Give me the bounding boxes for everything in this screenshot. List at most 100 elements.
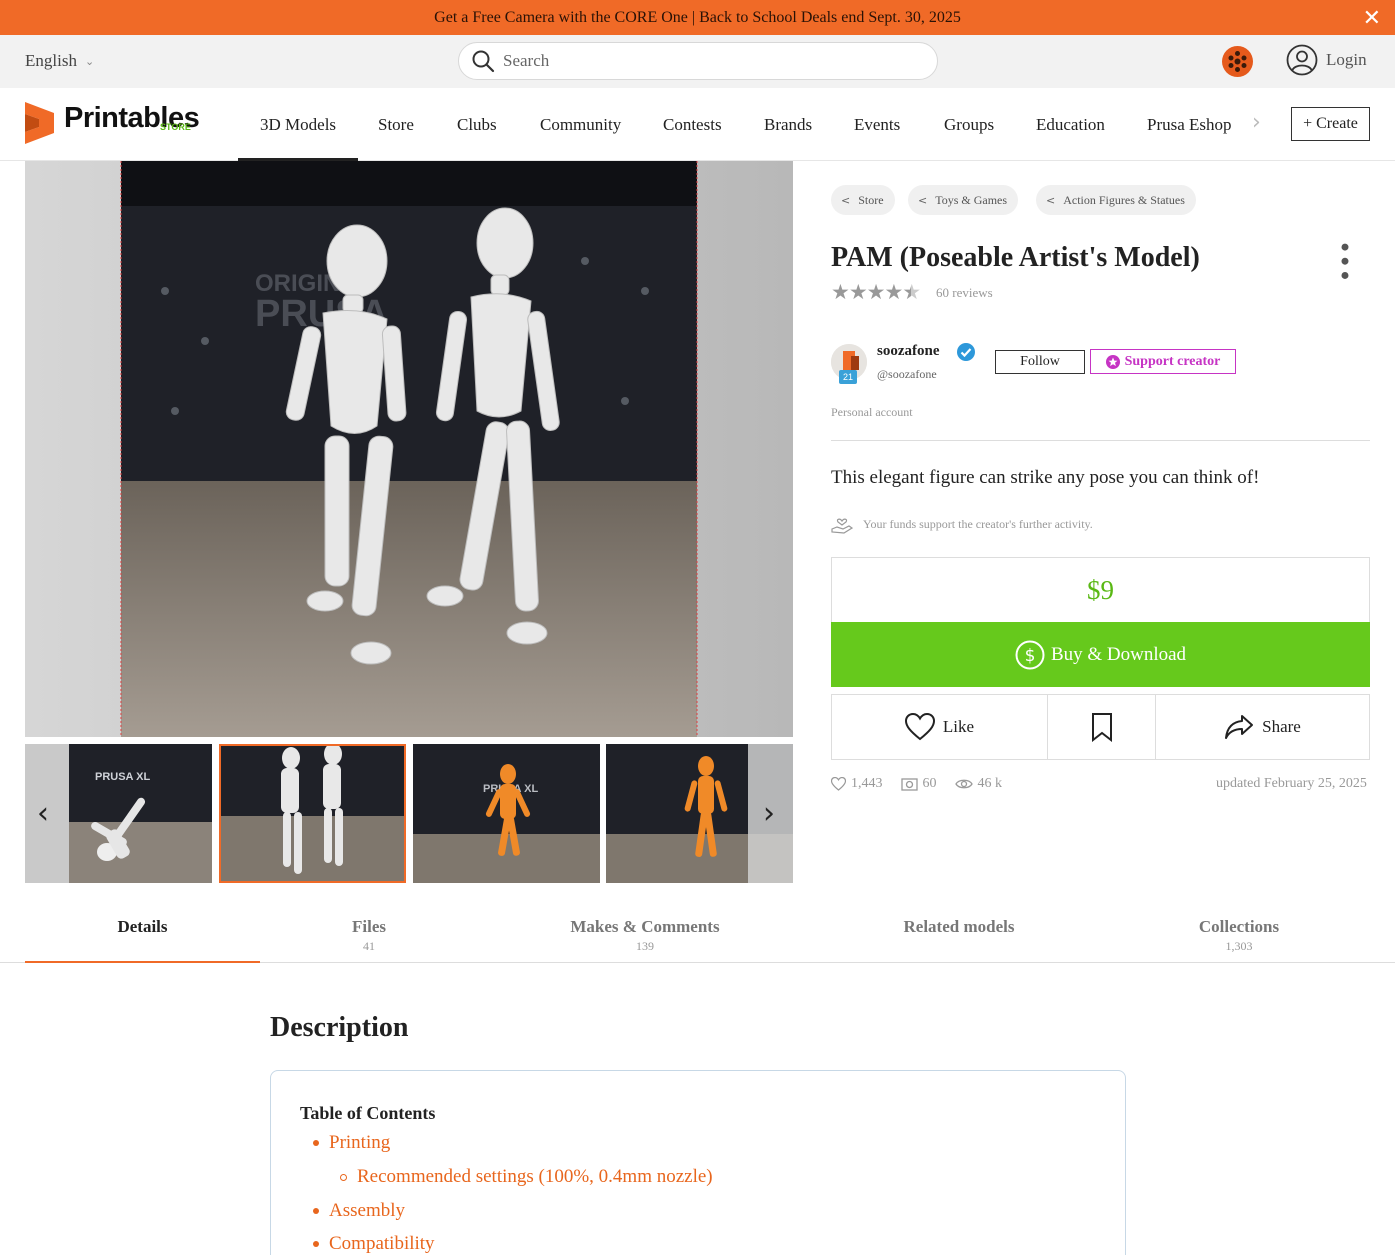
nav-groups[interactable]: Groups [944, 115, 994, 135]
follow-button[interactable]: Follow [995, 350, 1085, 374]
more-options-icon[interactable]: ••• [1330, 240, 1358, 282]
promo-banner[interactable]: Get a Free Camera with the CORE One | Ba… [0, 0, 1395, 35]
bullet [313, 1140, 319, 1146]
nav-events[interactable]: Events [854, 115, 900, 135]
likes-count: 1,443 [851, 776, 883, 791]
views-stat: 46 k [954, 776, 1002, 792]
nav-community[interactable]: Community [540, 115, 621, 135]
close-icon[interactable]: ✕ [1363, 6, 1381, 31]
search-icon [472, 50, 495, 73]
toc-item-label: Compatibility [329, 1233, 435, 1254]
tab-label: Collections [1198, 917, 1280, 936]
verified-badge-icon [957, 343, 975, 361]
chevron-right-icon[interactable]: › [1252, 110, 1261, 135]
bookmark-icon [1091, 713, 1112, 742]
table-of-contents [270, 1070, 1126, 1255]
rating-stars[interactable]: ★★★★★ [831, 280, 921, 304]
share-button[interactable]: Share [1156, 695, 1369, 759]
makes-count: 60 [922, 776, 937, 791]
author-handle: @soozafone [877, 367, 937, 381]
tab-files[interactable]: Files 41 [260, 917, 478, 954]
like-button[interactable]: Like [832, 695, 1048, 759]
svg-text:PRUSA XL: PRUSA XL [95, 771, 150, 783]
thumbnail-1[interactable]: PRUSA XL [25, 744, 212, 883]
eye-icon [954, 779, 973, 789]
create-button[interactable]: + Create [1291, 107, 1370, 141]
tab-count: 1,303 [1225, 939, 1253, 953]
funds-note-text: Your funds support the creator's further… [863, 516, 1093, 531]
language-selector[interactable]: English ⌄ [25, 51, 94, 71]
thumbnail-3[interactable]: PRUSA XL [413, 744, 600, 883]
bullet [340, 1173, 347, 1181]
reviews-count[interactable]: 60 reviews [936, 285, 993, 301]
price-display: $9 [831, 557, 1370, 623]
account-type: Personal account [831, 405, 913, 419]
toc-item-recommended-settings[interactable]: Recommended settings (100%, 0.4mm nozzle… [340, 1166, 713, 1188]
tab-related-models[interactable]: Related models [840, 917, 1078, 939]
tab-label: Files [352, 917, 386, 936]
main-product-image[interactable]: ORIGINAL PRUSA [25, 161, 793, 737]
nav-clubs[interactable]: Clubs [457, 115, 497, 135]
login-link[interactable]: Login [1286, 44, 1367, 76]
dollar-coin-icon: $ [1015, 640, 1045, 669]
logo-store-tag: STORE [160, 122, 191, 132]
nav-education[interactable]: Education [1036, 115, 1105, 135]
user-icon [1286, 44, 1318, 76]
nav-store[interactable]: Store [378, 115, 414, 135]
content-tabs: Details Files 41 Makes & Comments 139 Rela… [0, 905, 1395, 963]
product-summary: This elegant figure can strike any pose … [831, 467, 1260, 488]
toc-item-label: Recommended settings (100%, 0.4mm nozzle… [357, 1166, 713, 1187]
support-icon [1105, 354, 1120, 369]
nav-contests[interactable]: Contests [663, 115, 722, 135]
tab-makes-comments[interactable]: Makes & Comments 139 [520, 917, 770, 954]
nav-prusa-eshop[interactable]: Prusa Eshop [1147, 115, 1232, 135]
makes-stat: 60 [900, 776, 937, 792]
tab-count: 41 [363, 939, 375, 953]
svg-text:$: $ [1025, 646, 1036, 666]
thumbnail-2[interactable] [219, 744, 406, 883]
tab-details[interactable]: Details [25, 917, 260, 939]
gallery-prev-arrow[interactable]: ‹ [37, 796, 49, 831]
breadcrumb-toys-games[interactable]: < Toys & Games [908, 185, 1019, 215]
likes-stat: 1,443 [831, 776, 883, 792]
chevron-left-icon: < [918, 193, 928, 207]
heart-icon [831, 777, 846, 791]
bookmark-button[interactable] [1048, 695, 1156, 759]
buy-label: Buy & Download [1050, 643, 1187, 665]
support-creator-button[interactable]: Support creator [1090, 349, 1236, 374]
breadcrumb-store[interactable]: < Store [831, 185, 895, 215]
toc-item-label: Assembly [329, 1200, 405, 1221]
updated-date: updated February 25, 2025 [1216, 776, 1367, 791]
search-input[interactable] [503, 51, 903, 71]
author-name[interactable]: soozafone [877, 343, 940, 360]
breadcrumb-label: Toys & Games [935, 192, 1008, 207]
thumbnail-strip: PRUSA XL PRUSA XL ‹ › [25, 744, 793, 883]
promo-text[interactable]: Get a Free Camera with the CORE One | Ba… [434, 9, 961, 27]
divider [831, 440, 1370, 441]
funds-note: Your funds support the creator's further… [831, 513, 1093, 535]
share-label: Share [1262, 717, 1301, 736]
chevron-left-icon: < [1046, 193, 1056, 207]
tab-count: 139 [636, 939, 654, 953]
toc-item-label: Printing [329, 1132, 391, 1153]
toc-item-compatibility[interactable]: Compatibility [313, 1233, 435, 1255]
makes-icon [900, 778, 918, 791]
nav-brands[interactable]: Brands [764, 115, 812, 135]
toc-item-printing[interactable]: Printing [313, 1132, 390, 1154]
action-bar: Like Share [831, 694, 1370, 760]
toc-item-assembly[interactable]: Assembly [313, 1200, 405, 1222]
tab-label: Details [117, 917, 168, 936]
active-tab-indicator [25, 961, 260, 963]
region-globe-icon[interactable] [1222, 46, 1253, 77]
breadcrumb-action-figures[interactable]: < Action Figures & Statues [1036, 185, 1196, 215]
search-bar[interactable] [458, 42, 938, 80]
product-stats: 1,443 60 46 k [831, 776, 1002, 792]
nav-3d-models[interactable]: 3D Models [260, 115, 336, 135]
buy-download-button[interactable]: $ Buy & Download [831, 622, 1370, 687]
tab-collections[interactable]: Collections 1,303 [1125, 917, 1353, 954]
bullet [313, 1241, 319, 1247]
gallery-next-arrow[interactable]: › [763, 796, 775, 831]
tab-label: Related models [903, 917, 1015, 936]
chevron-left-icon: < [841, 193, 851, 207]
share-icon [1225, 715, 1254, 739]
